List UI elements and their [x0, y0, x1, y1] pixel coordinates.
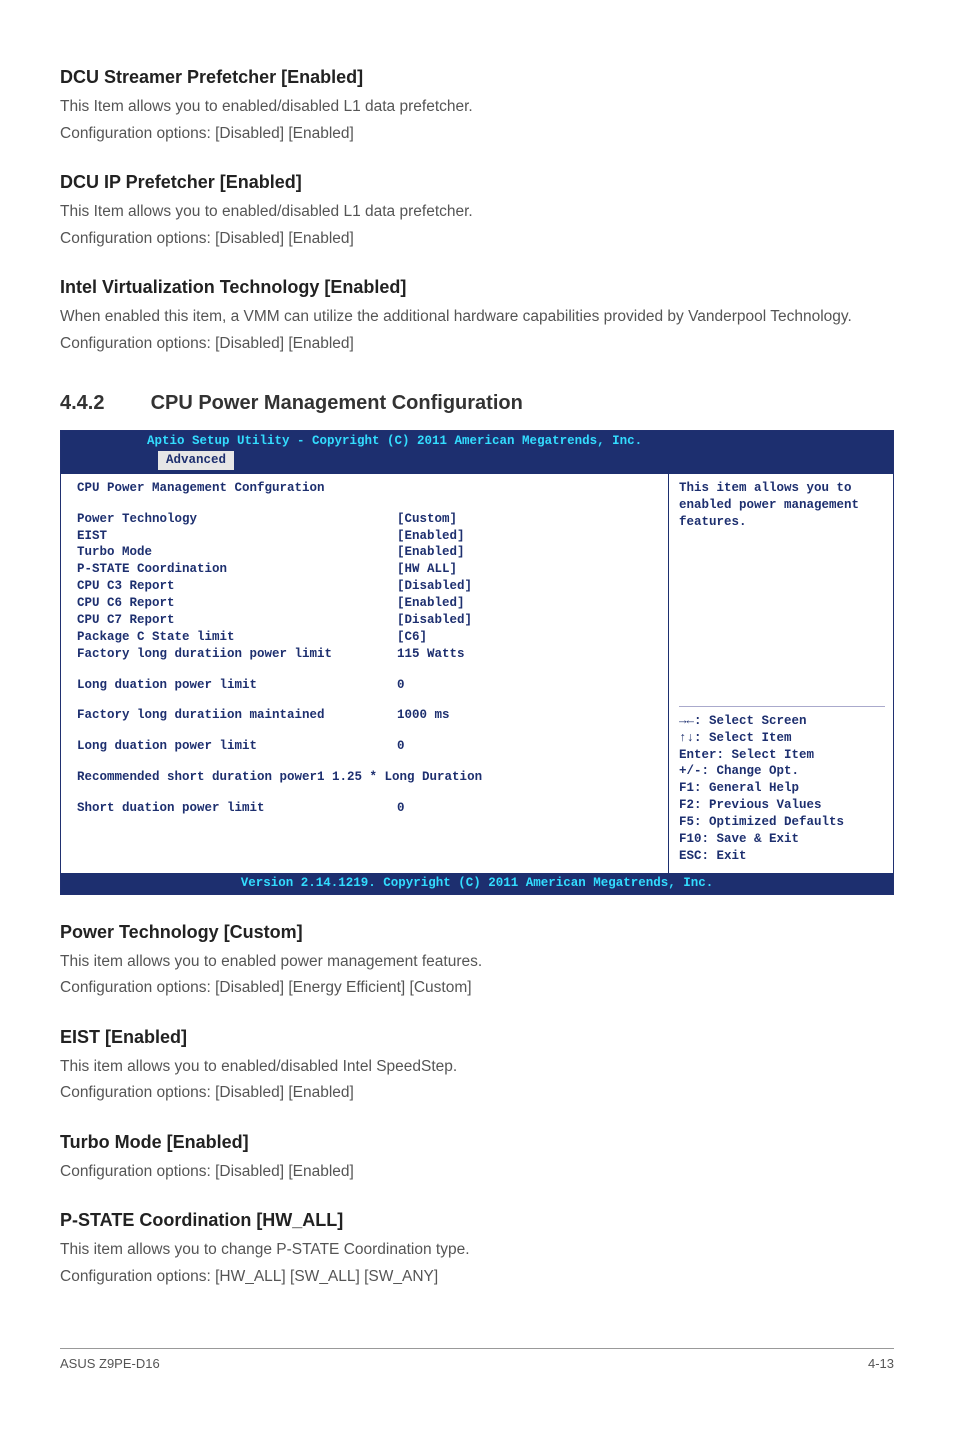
- heading-eist: EIST [Enabled]: [60, 1024, 894, 1050]
- bios-row-factory-limit-value[interactable]: 115 Watts: [397, 646, 656, 663]
- text-pstate-2: Configuration options: [HW_ALL] [SW_ALL]…: [60, 1266, 894, 1288]
- text-dcu-ip-2: Configuration options: [Disabled] [Enabl…: [60, 228, 894, 250]
- text-eist-2: Configuration options: [Disabled] [Enabl…: [60, 1082, 894, 1104]
- bios-help-f10: F10: Save & Exit: [679, 831, 885, 848]
- footer-product: ASUS Z9PE-D16: [60, 1355, 160, 1374]
- bios-panel-title: CPU Power Management Confguration: [77, 480, 656, 497]
- text-dcu-streamer-1: This Item allows you to enabled/disabled…: [60, 96, 894, 118]
- bios-row-turbo-value[interactable]: [Enabled]: [397, 544, 656, 561]
- bios-help-enter: Enter: Select Item: [679, 747, 885, 764]
- bios-panel: Aptio Setup Utility - Copyright (C) 2011…: [60, 430, 894, 895]
- heading-turbo: Turbo Mode [Enabled]: [60, 1129, 894, 1155]
- bios-row-long1-label[interactable]: Long duation power limit: [77, 677, 397, 694]
- heading-pstate: P-STATE Coordination [HW_ALL]: [60, 1207, 894, 1233]
- footer-page-num: 4-13: [868, 1355, 894, 1374]
- text-pstate-1: This item allows you to change P-STATE C…: [60, 1239, 894, 1261]
- bios-row-c7-value[interactable]: [Disabled]: [397, 612, 656, 629]
- bios-help-select-screen: →←: Select Screen: [679, 713, 885, 730]
- bios-row-long2-label[interactable]: Long duation power limit: [77, 738, 397, 755]
- text-eist-1: This item allows you to enabled/disabled…: [60, 1056, 894, 1078]
- bios-header-bar: Aptio Setup Utility - Copyright (C) 2011…: [61, 431, 893, 473]
- bios-help-select-item: ↑↓: Select Item: [679, 730, 885, 747]
- bios-side-panel: This item allows you to enabled power ma…: [668, 474, 893, 873]
- bios-row-c3-value[interactable]: [Disabled]: [397, 578, 656, 595]
- bios-row-maint-value[interactable]: 1000 ms: [397, 707, 656, 724]
- text-power-tech-1: This item allows you to enabled power ma…: [60, 951, 894, 973]
- section-number: 4.4.2: [60, 389, 145, 418]
- bios-header-title: Aptio Setup Utility - Copyright (C) 2011…: [67, 433, 887, 450]
- bios-side-desc: This item allows you to enabled power ma…: [679, 480, 885, 700]
- page-footer: ASUS Z9PE-D16 4-13: [60, 1348, 894, 1374]
- bios-row-c6-label[interactable]: CPU C6 Report: [77, 595, 397, 612]
- text-intel-vt-2: Configuration options: [Disabled] [Enabl…: [60, 333, 894, 355]
- bios-row-pstate-value[interactable]: [HW ALL]: [397, 561, 656, 578]
- heading-power-tech: Power Technology [Custom]: [60, 919, 894, 945]
- text-dcu-streamer-2: Configuration options: [Disabled] [Enabl…: [60, 123, 894, 145]
- bios-row-eist-label[interactable]: EIST: [77, 528, 397, 545]
- bios-row-recommended: Recommended short duration power1 1.25 *…: [77, 769, 482, 786]
- section-title-text: CPU Power Management Configuration: [151, 392, 523, 414]
- bios-row-pstate-label[interactable]: P-STATE Coordination: [77, 561, 397, 578]
- bios-row-eist-value[interactable]: [Enabled]: [397, 528, 656, 545]
- text-dcu-ip-1: This Item allows you to enabled/disabled…: [60, 201, 894, 223]
- bios-row-short-value[interactable]: 0: [397, 800, 656, 817]
- bios-help-change: +/-: Change Opt.: [679, 763, 885, 780]
- bios-row-pkgc-value[interactable]: [C6]: [397, 629, 656, 646]
- text-turbo-1: Configuration options: [Disabled] [Enabl…: [60, 1161, 894, 1183]
- bios-row-pkgc-label[interactable]: Package C State limit: [77, 629, 397, 646]
- bios-row-long1-value[interactable]: 0: [397, 677, 656, 694]
- bios-main-panel: CPU Power Management Confguration Power …: [61, 474, 668, 873]
- bios-help-f2: F2: Previous Values: [679, 797, 885, 814]
- bios-row-short-label[interactable]: Short duation power limit: [77, 800, 397, 817]
- text-intel-vt-1: When enabled this item, a VMM can utiliz…: [60, 306, 894, 328]
- bios-row-c6-value[interactable]: [Enabled]: [397, 595, 656, 612]
- bios-help-f5: F5: Optimized Defaults: [679, 814, 885, 831]
- text-power-tech-2: Configuration options: [Disabled] [Energ…: [60, 977, 894, 999]
- section-header: 4.4.2 CPU Power Management Configuration: [60, 389, 894, 418]
- bios-row-c7-label[interactable]: CPU C7 Report: [77, 612, 397, 629]
- bios-help-f1: F1: General Help: [679, 780, 885, 797]
- bios-footer: Version 2.14.1219. Copyright (C) 2011 Am…: [61, 873, 893, 894]
- heading-dcu-streamer: DCU Streamer Prefetcher [Enabled]: [60, 64, 894, 90]
- bios-row-turbo-label[interactable]: Turbo Mode: [77, 544, 397, 561]
- bios-tab-advanced[interactable]: Advanced: [157, 450, 235, 470]
- heading-intel-vt: Intel Virtualization Technology [Enabled…: [60, 274, 894, 300]
- heading-dcu-ip: DCU IP Prefetcher [Enabled]: [60, 169, 894, 195]
- bios-row-factory-limit-label[interactable]: Factory long duratiion power limit: [77, 646, 397, 663]
- bios-row-power-tech-label[interactable]: Power Technology: [77, 511, 397, 528]
- bios-row-power-tech-value[interactable]: [Custom]: [397, 511, 656, 528]
- bios-help-esc: ESC: Exit: [679, 848, 885, 865]
- bios-row-maint-label[interactable]: Factory long duratiion maintained: [77, 707, 397, 724]
- bios-row-c3-label[interactable]: CPU C3 Report: [77, 578, 397, 595]
- bios-row-long2-value[interactable]: 0: [397, 738, 656, 755]
